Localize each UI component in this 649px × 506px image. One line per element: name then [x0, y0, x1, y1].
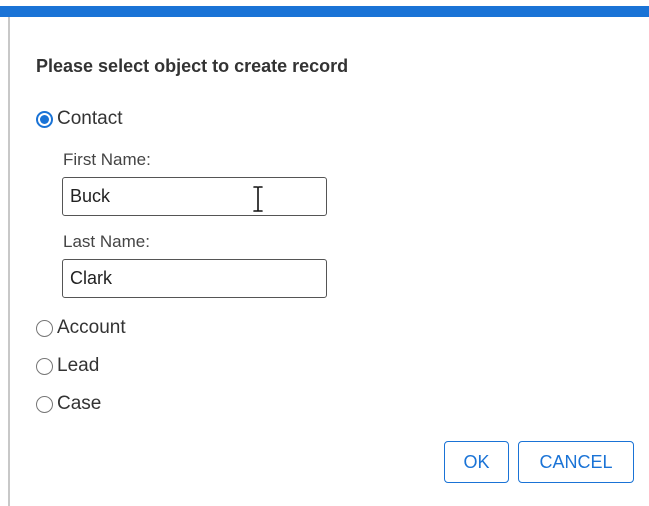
radio-button-lead[interactable]	[36, 357, 53, 375]
radio-label-case: Case	[57, 393, 102, 414]
dialog-title-bar	[0, 6, 649, 17]
radio-label-account: Account	[57, 317, 126, 338]
radio-label-lead: Lead	[57, 355, 100, 376]
first-name-input[interactable]	[62, 177, 327, 216]
radio-label-contact: Contact	[57, 108, 123, 129]
cancel-button[interactable]: CANCEL	[518, 441, 634, 483]
radio-button-contact[interactable]	[36, 110, 53, 128]
radio-option-contact[interactable]: Contact	[36, 107, 122, 131]
radio-option-case[interactable]: Case	[36, 392, 101, 416]
create-record-dialog: Please select object to create record Co…	[0, 0, 649, 506]
radio-option-lead[interactable]: Lead	[36, 354, 99, 378]
last-name-input[interactable]	[62, 259, 327, 298]
radio-option-account[interactable]: Account	[36, 316, 126, 340]
ok-button[interactable]: OK	[444, 441, 509, 483]
radio-button-account[interactable]	[36, 319, 53, 337]
last-name-label: Last Name:	[63, 232, 150, 251]
radio-button-case[interactable]	[36, 395, 53, 413]
dialog-heading: Please select object to create record	[36, 56, 349, 76]
first-name-label: First Name:	[63, 150, 151, 169]
dialog-left-border	[8, 17, 10, 506]
